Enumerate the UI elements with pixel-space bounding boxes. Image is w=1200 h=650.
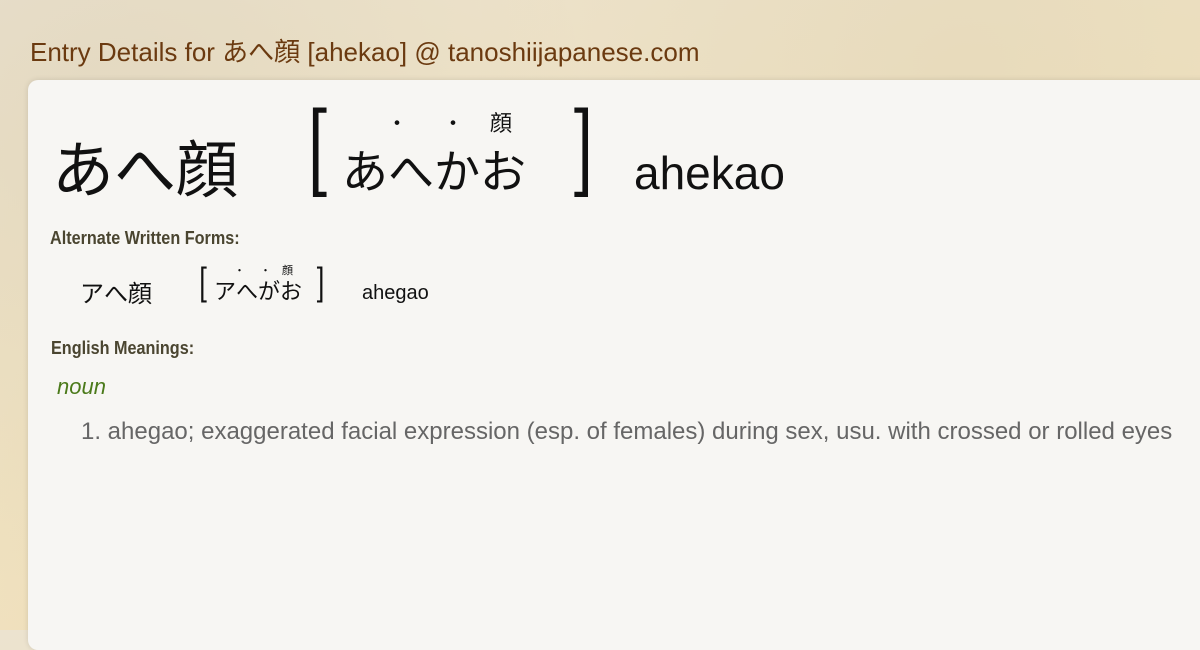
meaning-item: 1. ahegao; exaggerated facial expression… — [81, 418, 1173, 445]
meaning-clip: 1. ahegao; exaggerated facial expression… — [0, 0, 1200, 630]
